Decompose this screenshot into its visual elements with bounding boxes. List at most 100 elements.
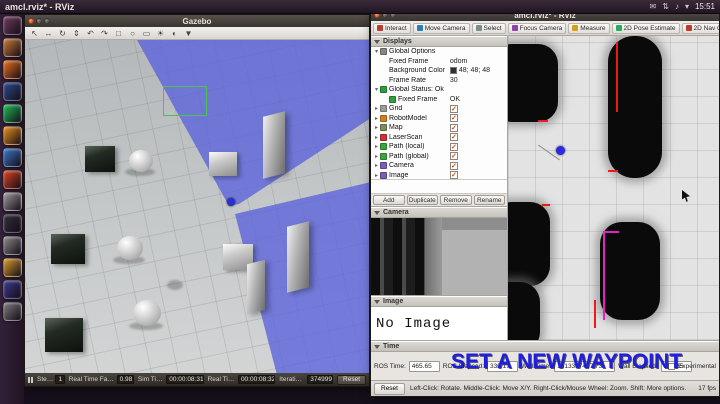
- software-center-icon[interactable]: [2, 170, 22, 189]
- expander-icon[interactable]: ▾: [373, 48, 380, 55]
- minimize-button[interactable]: [36, 18, 42, 24]
- dash-home-icon[interactable]: [2, 16, 22, 35]
- undo-icon[interactable]: ↶: [85, 28, 96, 39]
- scale-icon[interactable]: ⇕: [71, 28, 82, 39]
- session-menu-icon[interactable]: ▾: [685, 2, 689, 11]
- libreoffice-writer-icon[interactable]: [2, 148, 22, 167]
- point-light-icon[interactable]: ☀: [155, 28, 166, 39]
- display-row[interactable]: ▸ LaserScan ✓: [371, 133, 507, 143]
- rename-button[interactable]: Rename: [473, 195, 505, 205]
- focus-camera-tool[interactable]: Focus Camera: [507, 22, 567, 34]
- rviz-app-icon[interactable]: [2, 280, 22, 299]
- pose-estimate-tool[interactable]: 2D Pose Estimate: [611, 22, 680, 34]
- display-row[interactable]: ▾ Global Status: Ok: [371, 85, 507, 95]
- pause-button[interactable]: [28, 376, 33, 383]
- ros-time-value[interactable]: 465.65: [408, 360, 440, 372]
- terminal-icon[interactable]: [2, 214, 22, 233]
- gazebo-viewport[interactable]: [25, 40, 369, 373]
- display-row[interactable]: ▸ RobotModel ✓: [371, 114, 507, 124]
- display-row[interactable]: ▾ Global Options: [371, 47, 507, 57]
- display-row[interactable]: ▸ Map ✓: [371, 123, 507, 133]
- close-button[interactable]: [28, 18, 34, 24]
- select-icon[interactable]: ↖: [29, 28, 40, 39]
- display-row[interactable]: Fixed Frame OK: [371, 95, 507, 105]
- maximize-button[interactable]: [44, 18, 50, 24]
- sound-icon[interactable]: ♪: [675, 2, 679, 11]
- gazebo-app-icon[interactable]: [2, 258, 22, 277]
- enabled-checkbox[interactable]: ✓: [449, 114, 458, 123]
- gazebo-titlebar[interactable]: Gazebo: [25, 15, 369, 27]
- text-editor-icon[interactable]: [2, 236, 22, 255]
- gazebo-reset-button[interactable]: Reset: [337, 374, 366, 385]
- camera-panel-header[interactable]: Camera: [371, 207, 507, 218]
- display-row[interactable]: ▸ Image ✓: [371, 171, 507, 179]
- rotate-icon[interactable]: ↻: [57, 28, 68, 39]
- box-object[interactable]: [209, 152, 237, 176]
- image-panel-header[interactable]: Image: [371, 296, 507, 307]
- measure-tool[interactable]: Measure: [568, 22, 610, 34]
- interact-tool[interactable]: Interact: [373, 22, 411, 34]
- redo-icon[interactable]: ↷: [99, 28, 110, 39]
- enabled-checkbox[interactable]: ✓: [449, 171, 458, 179]
- enabled-checkbox[interactable]: ✓: [449, 152, 458, 161]
- display-row[interactable]: Background Color 48; 48; 48: [371, 66, 507, 76]
- add-button[interactable]: Add: [373, 195, 405, 205]
- obstacle-box[interactable]: [85, 146, 115, 172]
- expander-icon[interactable]: ▸: [373, 134, 380, 141]
- cylinder-object[interactable]: [129, 150, 153, 172]
- nav-goal-tool[interactable]: 2D Nav Goal: [681, 22, 719, 34]
- obstacle-box[interactable]: [51, 234, 85, 264]
- display-row[interactable]: ▸ Grid ✓: [371, 104, 507, 114]
- enabled-checkbox[interactable]: ✓: [449, 133, 458, 142]
- display-row[interactable]: Fixed Frame odom: [371, 57, 507, 67]
- system-settings-icon[interactable]: [2, 192, 22, 211]
- rviz-3d-view[interactable]: [508, 36, 719, 340]
- move-camera-tool[interactable]: Move Camera: [412, 22, 470, 34]
- expander-icon[interactable]: ▸: [373, 162, 380, 169]
- display-row[interactable]: ▸ Path (global) ✓: [371, 152, 507, 162]
- expander-icon[interactable]: ▸: [373, 172, 380, 179]
- expander-icon[interactable]: ▸: [373, 143, 380, 150]
- rviz-reset-button[interactable]: Reset: [374, 382, 405, 395]
- expander-icon[interactable]: ▸: [373, 105, 380, 112]
- cylinder-object[interactable]: [133, 300, 161, 326]
- select-tool[interactable]: Select: [471, 22, 506, 34]
- directional-light-icon[interactable]: ▼: [183, 28, 194, 39]
- display-row[interactable]: ▸ Camera ✓: [371, 161, 507, 171]
- wall-slab[interactable]: [263, 111, 285, 179]
- wall-slab[interactable]: [287, 221, 309, 293]
- thunderbird-icon[interactable]: [2, 82, 22, 101]
- files-icon[interactable]: [2, 38, 22, 57]
- vlc-icon[interactable]: [2, 126, 22, 145]
- expander-icon[interactable]: ▸: [373, 124, 380, 131]
- remove-button[interactable]: Remove: [440, 195, 472, 205]
- spot-light-icon[interactable]: ◐: [169, 28, 180, 39]
- display-row[interactable]: ▸ Path (local) ✓: [371, 142, 507, 152]
- displays-panel-header[interactable]: Displays: [371, 36, 507, 47]
- firefox-icon[interactable]: [2, 60, 22, 79]
- expander-icon[interactable]: ▾: [373, 86, 380, 93]
- enabled-checkbox[interactable]: ✓: [449, 104, 458, 113]
- wall-slab[interactable]: [247, 259, 265, 315]
- obstacle-box[interactable]: [45, 318, 83, 352]
- enabled-checkbox[interactable]: ✓: [449, 123, 458, 132]
- sphere-icon[interactable]: ○: [127, 28, 138, 39]
- cylinder-icon[interactable]: ▭: [141, 28, 152, 39]
- robot-marker[interactable]: [227, 198, 235, 206]
- mail-icon[interactable]: ✉: [650, 2, 657, 11]
- cylinder-object[interactable]: [117, 236, 143, 260]
- box-icon[interactable]: □: [113, 28, 124, 39]
- expander-icon[interactable]: ▸: [373, 153, 380, 160]
- duplicate-button[interactable]: Duplicate: [406, 195, 438, 205]
- spotify-icon[interactable]: [2, 104, 22, 123]
- robot-pose-marker[interactable]: [556, 146, 565, 155]
- trash-icon[interactable]: [2, 302, 22, 321]
- enabled-checkbox[interactable]: ✓: [449, 142, 458, 151]
- enabled-checkbox[interactable]: ✓: [449, 161, 458, 170]
- clock[interactable]: 15:51: [695, 2, 715, 11]
- network-icon[interactable]: ⇅: [662, 2, 669, 11]
- expander-icon[interactable]: ▸: [373, 115, 380, 122]
- translate-icon[interactable]: ↔: [43, 28, 54, 39]
- property-value: odom: [450, 58, 468, 65]
- display-row[interactable]: Frame Rate 30: [371, 76, 507, 86]
